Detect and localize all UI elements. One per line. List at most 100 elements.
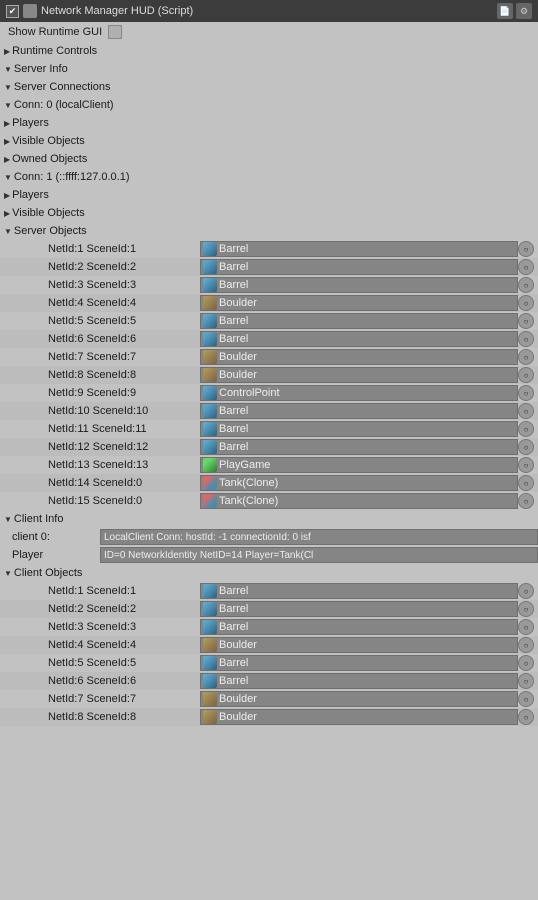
object-name: Barrel xyxy=(219,441,248,453)
client-info-header[interactable]: ▼ Client Info xyxy=(0,510,538,528)
table-row: NetId:9 SceneId:9ControlPoint○ xyxy=(0,384,538,402)
conn0-header[interactable]: ▼ Conn: 0 (localClient) xyxy=(0,96,538,114)
object-name: Barrel xyxy=(219,261,248,273)
object-select-button[interactable]: ○ xyxy=(518,709,534,725)
server-connections-label: Server Connections xyxy=(14,81,111,93)
object-select-button[interactable]: ○ xyxy=(518,691,534,707)
object-select-button[interactable]: ○ xyxy=(518,637,534,653)
object-id-label: NetId:7 SceneId:7 xyxy=(0,351,200,363)
conn0-players-arrow: ▶ xyxy=(4,119,10,128)
conn1-header[interactable]: ▼ Conn: 1 (::ffff:127.0.0.1) xyxy=(0,168,538,186)
server-objects-header[interactable]: ▼ Server Objects xyxy=(0,222,538,240)
show-runtime-checkbox[interactable] xyxy=(108,25,122,39)
object-id-label: NetId:9 SceneId:9 xyxy=(0,387,200,399)
conn1-visible-header[interactable]: ▶ Visible Objects xyxy=(0,204,538,222)
barrel-icon xyxy=(203,278,217,292)
client0-value: LocalClient Conn: hostId: -1 connectionI… xyxy=(100,529,538,545)
conn1-players-header[interactable]: ▶ Players xyxy=(0,186,538,204)
client0-label: client 0: xyxy=(0,531,100,543)
object-name: Barrel xyxy=(219,243,248,255)
barrel-icon xyxy=(203,404,217,418)
runtime-controls-header[interactable]: ▶ Runtime Controls xyxy=(0,42,538,60)
object-value-box: Barrel xyxy=(200,655,518,671)
object-select-button[interactable]: ○ xyxy=(518,367,534,383)
server-objects-list: NetId:1 SceneId:1Barrel○NetId:2 SceneId:… xyxy=(0,240,538,510)
object-name: Barrel xyxy=(219,279,248,291)
server-info-header[interactable]: ▼ Server Info xyxy=(0,60,538,78)
client-info-arrow: ▼ xyxy=(4,515,12,524)
runtime-controls-arrow: ▶ xyxy=(4,47,10,56)
object-name: Boulder xyxy=(219,297,257,309)
object-id-label: NetId:10 SceneId:10 xyxy=(0,405,200,417)
object-select-button[interactable]: ○ xyxy=(518,619,534,635)
object-select-button[interactable]: ○ xyxy=(518,313,534,329)
object-select-button[interactable]: ○ xyxy=(518,583,534,599)
barrel-icon xyxy=(203,656,217,670)
table-row: NetId:5 SceneId:5 Barrel ○ xyxy=(0,654,538,672)
table-row: NetId:6 SceneId:6Barrel○ xyxy=(0,330,538,348)
object-select-button[interactable]: ○ xyxy=(518,277,534,293)
object-name: Tank(Clone) xyxy=(219,477,278,489)
conn1-players-label: Players xyxy=(12,189,49,201)
object-value-box: Barrel xyxy=(200,583,518,599)
conn0-arrow: ▼ xyxy=(4,101,12,110)
object-name: Barrel xyxy=(219,315,248,327)
doc-icon[interactable]: 📄 xyxy=(497,3,513,19)
conn1-visible-arrow: ▶ xyxy=(4,209,10,218)
conn0-players-header[interactable]: ▶ Players xyxy=(0,114,538,132)
object-value-box: Barrel xyxy=(200,331,518,347)
table-row: NetId:15 SceneId:0Tank(Clone)○ xyxy=(0,492,538,510)
object-select-button[interactable]: ○ xyxy=(518,493,534,509)
table-row: NetId:12 SceneId:12Barrel○ xyxy=(0,438,538,456)
client-objects-header[interactable]: ▼ Client Objects xyxy=(0,564,538,582)
object-select-button[interactable]: ○ xyxy=(518,295,534,311)
title-checkbox[interactable]: ✔ xyxy=(6,5,19,18)
object-select-button[interactable]: ○ xyxy=(518,241,534,257)
object-value-box: Boulder xyxy=(200,709,518,725)
object-name: Barrel xyxy=(219,657,248,669)
object-value-box: Barrel xyxy=(200,277,518,293)
table-row: NetId:7 SceneId:7Boulder○ xyxy=(0,690,538,708)
play-icon xyxy=(203,458,217,472)
table-row: NetId:4 SceneId:4Boulder○ xyxy=(0,636,538,654)
object-name: Boulder xyxy=(219,639,257,651)
object-select-button[interactable]: ○ xyxy=(518,673,534,689)
gear-icon[interactable]: ⚙ xyxy=(516,3,532,19)
object-select-button[interactable]: ○ xyxy=(518,655,534,671)
object-value-box: Barrel xyxy=(200,439,518,455)
tank-icon xyxy=(203,494,217,508)
object-value-box: Barrel xyxy=(200,673,518,689)
object-id-label: NetId:4 SceneId:4 xyxy=(0,297,200,309)
object-select-button[interactable]: ○ xyxy=(518,349,534,365)
object-id-label: NetId:5 SceneId:5 xyxy=(0,657,200,669)
object-name: Boulder xyxy=(219,711,257,723)
object-select-button[interactable]: ○ xyxy=(518,601,534,617)
conn0-players-label: Players xyxy=(12,117,49,129)
conn0-owned-label: Owned Objects xyxy=(12,153,87,165)
object-select-button[interactable]: ○ xyxy=(518,385,534,401)
object-select-button[interactable]: ○ xyxy=(518,421,534,437)
object-select-button[interactable]: ○ xyxy=(518,403,534,419)
client-objects-list: NetId:1 SceneId:1Barrel○NetId:2 SceneId:… xyxy=(0,582,538,726)
object-select-button[interactable]: ○ xyxy=(518,457,534,473)
table-row: NetId:5 SceneId:5Barrel○ xyxy=(0,312,538,330)
server-connections-header[interactable]: ▼ Server Connections xyxy=(0,78,538,96)
conn1-arrow: ▼ xyxy=(4,173,12,182)
object-select-button[interactable]: ○ xyxy=(518,439,534,455)
object-value-box: Barrel xyxy=(200,313,518,329)
object-select-button[interactable]: ○ xyxy=(518,259,534,275)
conn0-visible-header[interactable]: ▶ Visible Objects xyxy=(0,132,538,150)
object-value-box: Boulder xyxy=(200,295,518,311)
client0-row: client 0: LocalClient Conn: hostId: -1 c… xyxy=(0,528,538,546)
object-select-button[interactable]: ○ xyxy=(518,331,534,347)
object-id-label: NetId:3 SceneId:3 xyxy=(0,621,200,633)
boulder-icon xyxy=(203,638,217,652)
object-value-box: Tank(Clone) xyxy=(200,475,518,491)
object-name: Barrel xyxy=(219,675,248,687)
server-objects-label: Server Objects xyxy=(14,225,87,237)
boulder-icon xyxy=(203,710,217,724)
object-select-button[interactable]: ○ xyxy=(518,475,534,491)
object-value-box: Barrel xyxy=(200,421,518,437)
conn0-owned-header[interactable]: ▶ Owned Objects xyxy=(0,150,538,168)
table-row: NetId:2 SceneId:2Barrel○ xyxy=(0,600,538,618)
